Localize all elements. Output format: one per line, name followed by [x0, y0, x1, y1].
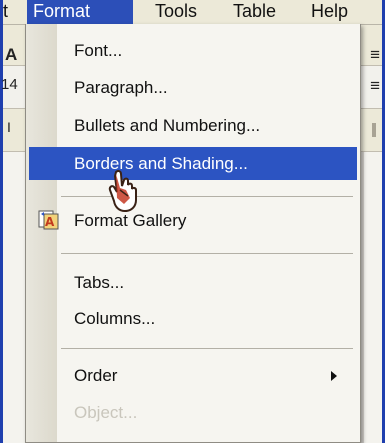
menubar-tools[interactable]: Tools	[149, 0, 203, 24]
toolbar-font-glyph[interactable]: A	[5, 45, 17, 65]
menu-item-font[interactable]: Font...	[29, 35, 357, 66]
toolbar-justify-glyph[interactable]: ≡	[370, 76, 380, 96]
menu-item-borders-shading[interactable]: Borders and Shading...	[29, 147, 357, 180]
format-menu: Font... Paragraph... Bullets and Numberi…	[25, 24, 361, 443]
svg-text:A: A	[45, 215, 55, 229]
menu-item-label: Tabs...	[74, 273, 125, 292]
document-margin-left	[3, 152, 25, 443]
submenu-arrow-icon	[331, 371, 337, 381]
toolbar-align-glyph[interactable]: ≡	[370, 45, 380, 65]
font-size-field[interactable]: 14	[1, 76, 18, 93]
menu-item-tabs[interactable]: Tabs...	[29, 267, 357, 298]
menu-item-label: Borders and Shading...	[74, 154, 248, 173]
menu-item-label: Object...	[74, 403, 138, 422]
menu-item-label: Columns...	[74, 309, 156, 328]
menu-item-label: Bullets and Numbering...	[74, 116, 261, 135]
menu-item-label: Font...	[74, 41, 123, 60]
menu-separator	[61, 348, 353, 349]
hand-pointer-icon	[108, 169, 137, 213]
menubar-edge-text: t	[3, 1, 9, 21]
menu-bar: t Format Tools Table Help	[3, 0, 382, 25]
menu-item-format-gallery[interactable]: A Format Gallery	[29, 205, 357, 236]
menu-separator	[61, 253, 353, 254]
menu-item-label: Paragraph...	[74, 78, 168, 97]
menu-item-order[interactable]: Order	[29, 360, 357, 391]
menu-item-label: Order	[74, 366, 118, 385]
menu-separator	[61, 196, 353, 197]
format-gallery-icon: A	[38, 210, 59, 230]
menu-item-object: Object...	[29, 397, 357, 428]
document-margin-right	[364, 152, 382, 443]
menubar-table[interactable]: Table	[227, 0, 282, 24]
menu-item-columns[interactable]: Columns...	[29, 303, 357, 334]
menu-item-paragraph[interactable]: Paragraph...	[29, 72, 357, 103]
menu-item-bullets-numbering[interactable]: Bullets and Numbering...	[29, 110, 357, 141]
menubar-format[interactable]: Format	[27, 0, 133, 24]
ruler-marker-left[interactable]: I	[7, 119, 11, 135]
ruler-marker-right[interactable]	[372, 123, 376, 137]
menubar-help[interactable]: Help	[305, 0, 354, 24]
